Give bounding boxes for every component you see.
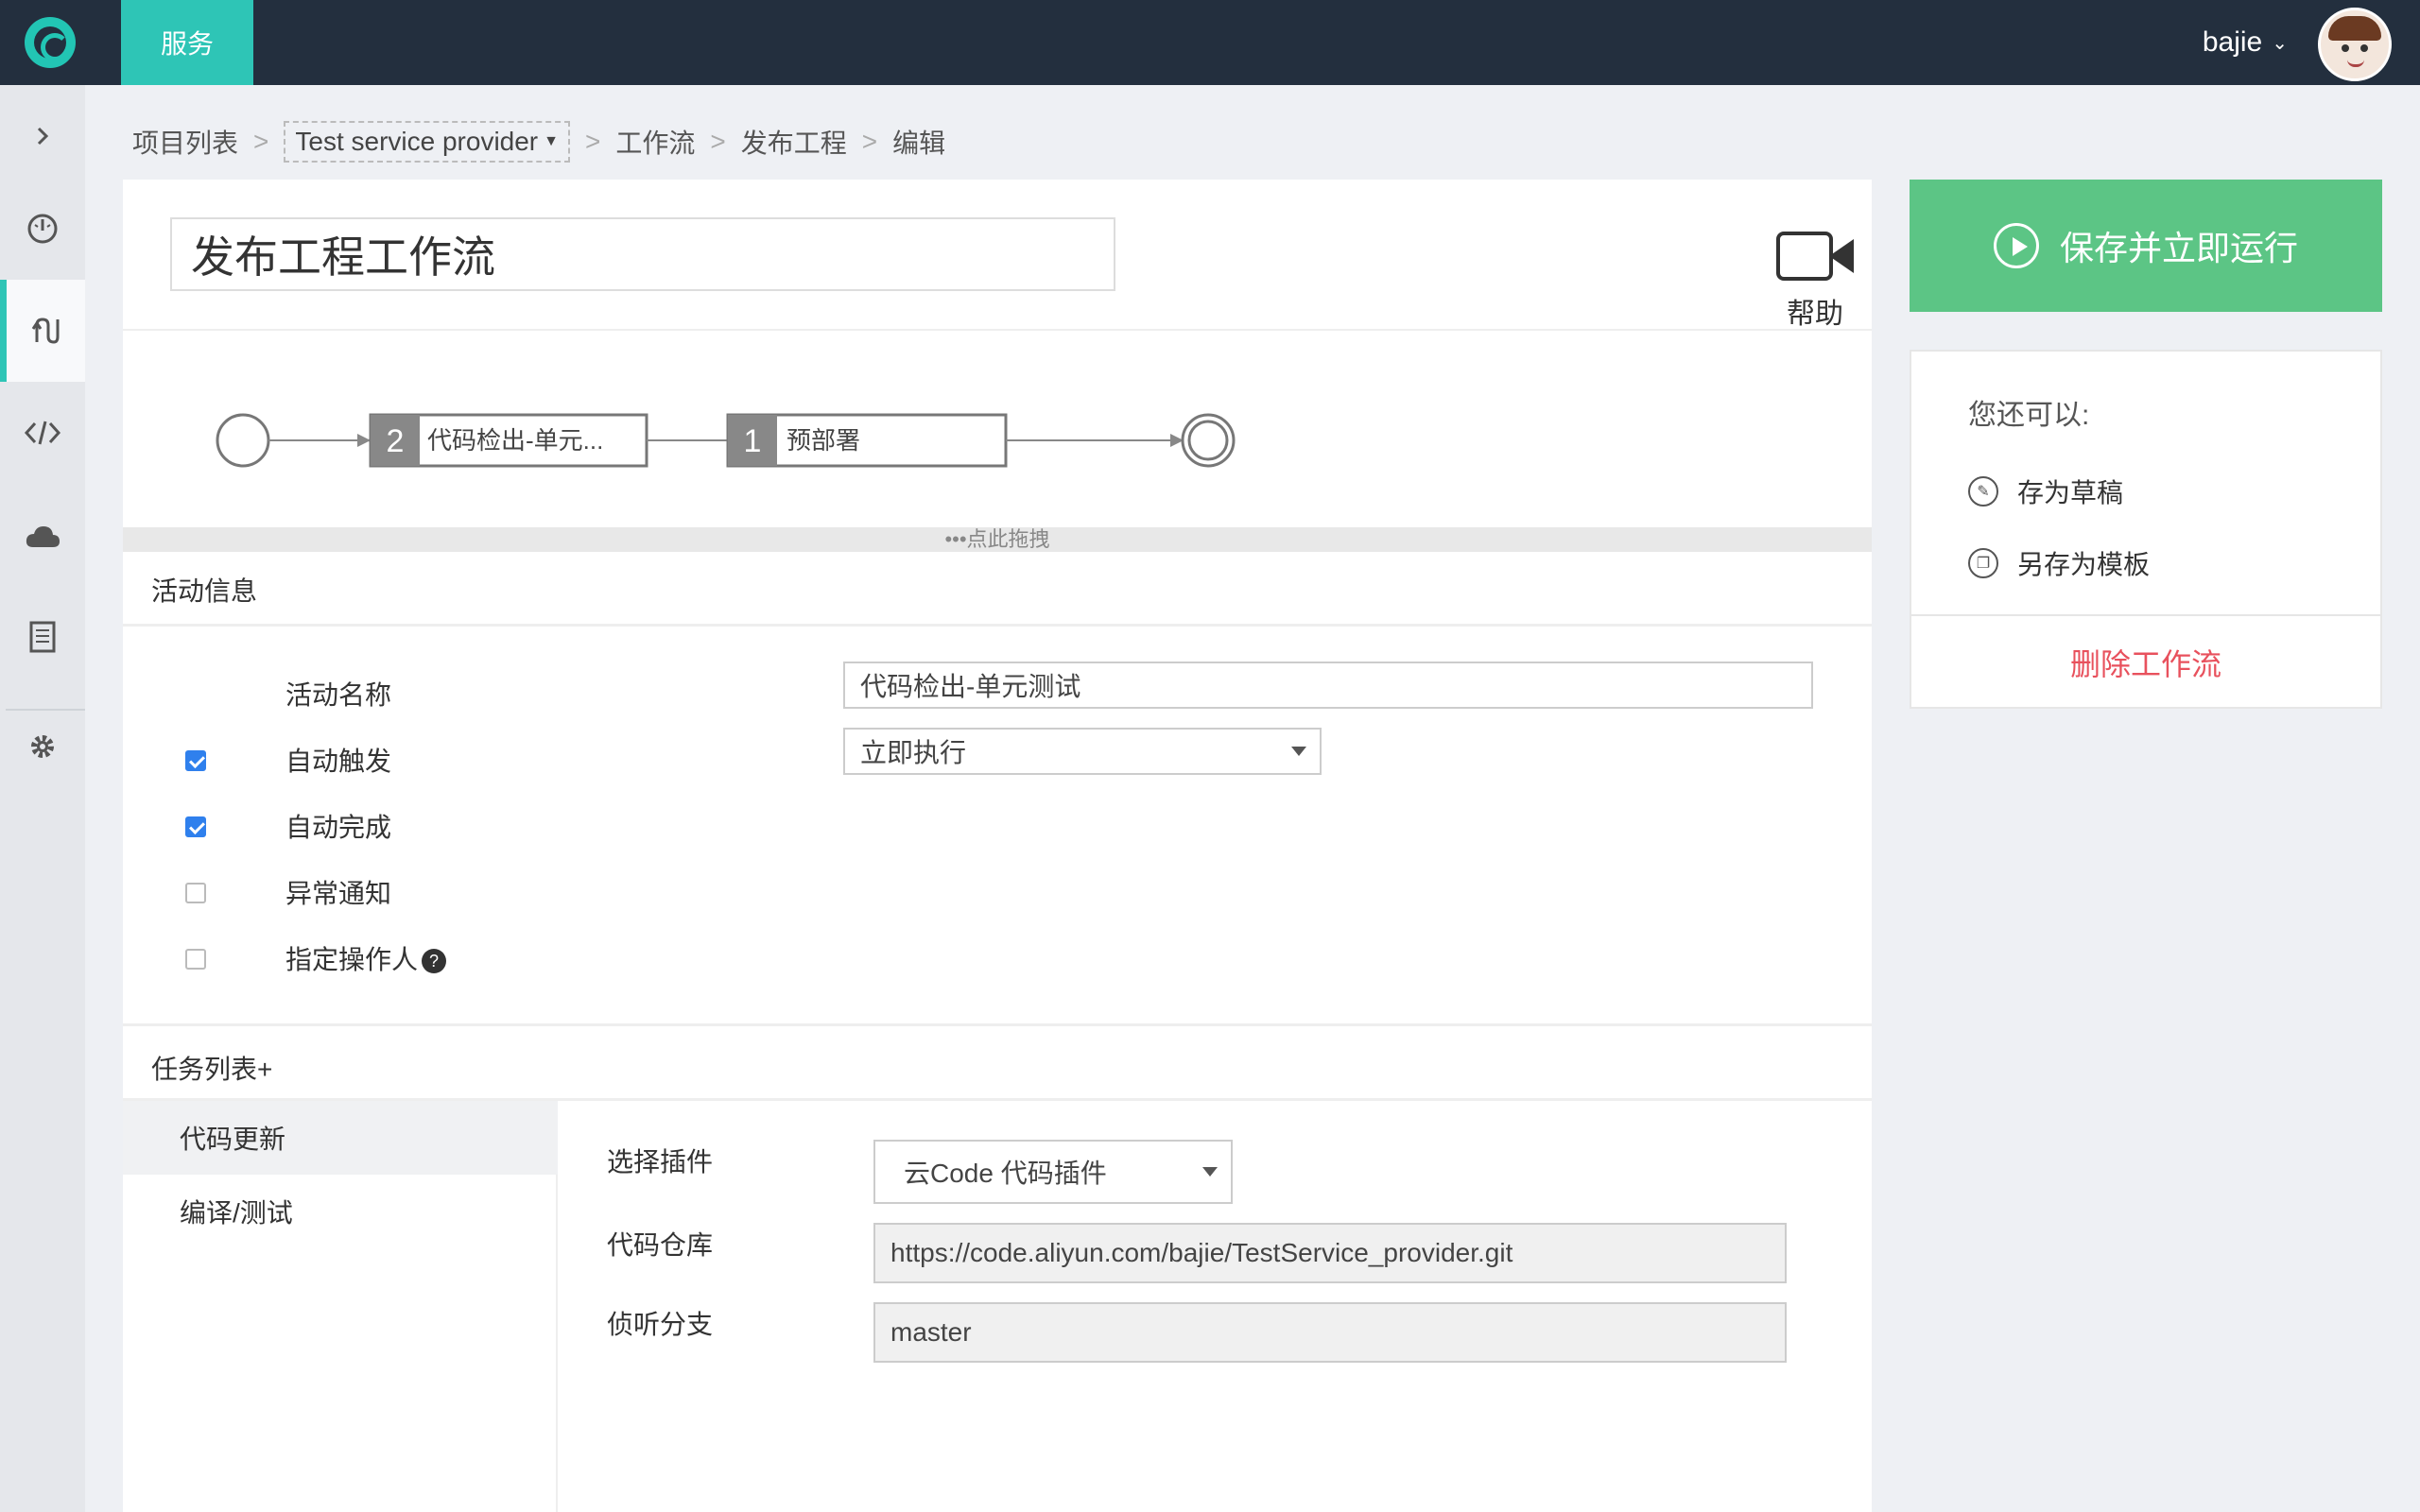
repo-label: 代码仓库 (607, 1230, 714, 1260)
flow-node-number: 2 (387, 423, 405, 459)
workflow-editor: 发布工程工作流 帮助 2 代码检出-单元... 1 预部署 •••点此拖拽 活动… (123, 180, 1872, 1512)
assign-operator-row: 指定操作人? (123, 926, 1872, 983)
plugin-select-value: 云Code 代码插件 (904, 1159, 1107, 1188)
branch-label: 侦听分支 (607, 1310, 714, 1339)
dashboard-icon (27, 214, 58, 244)
caret-down-icon (1202, 1167, 1218, 1177)
sidebar-item-docs[interactable] (0, 586, 85, 688)
sidebar-item-settings[interactable] (0, 696, 85, 798)
breadcrumb-separator: > (253, 127, 269, 156)
breadcrumb-workflow[interactable]: 工作流 (615, 123, 695, 161)
auto-complete-label: 自动完成 (285, 813, 392, 842)
code-icon (24, 421, 61, 445)
sidebar-item-workflow[interactable] (0, 280, 85, 382)
breadcrumb-release[interactable]: 发布工程 (741, 123, 847, 161)
help-icon[interactable]: ? (422, 949, 447, 973)
auto-trigger-row: 自动触发 立即执行 (123, 728, 1872, 784)
auto-trigger-label: 自动触发 (285, 747, 392, 776)
trigger-select[interactable]: 立即执行 (843, 728, 1322, 775)
save-template-button[interactable]: ❐ 另存为模板 (1968, 544, 2150, 582)
sidebar-item-code[interactable] (0, 382, 85, 484)
auto-trigger-checkbox[interactable] (185, 750, 206, 771)
assign-operator-label: 指定操作人? (285, 939, 447, 977)
start-node[interactable] (216, 413, 270, 468)
end-node[interactable] (1181, 413, 1236, 468)
workflow-diagram: 2 代码检出-单元... 1 预部署 (216, 413, 1236, 468)
activity-section-title: 活动信息 (151, 576, 258, 606)
workflow-title-input[interactable]: 发布工程工作流 (170, 217, 1115, 291)
divider (123, 624, 1872, 627)
pencil-icon: ✎ (1968, 476, 1998, 507)
drag-handle[interactable]: •••点此拖拽 (123, 527, 1872, 552)
trigger-select-value: 立即执行 (860, 738, 967, 767)
divider (123, 1023, 1872, 1026)
task-section-title[interactable]: 任务列表+ (151, 1049, 272, 1087)
chevron-down-icon: ⌄ (2272, 32, 2288, 54)
delete-workflow-button[interactable]: 删除工作流 (1911, 616, 2380, 709)
save-draft-label: 存为草稿 (2017, 478, 2124, 507)
save-and-run-label: 保存并立即运行 (2059, 229, 2298, 267)
breadcrumb-separator: > (861, 127, 878, 156)
sidebar-item-cloud[interactable] (0, 486, 85, 588)
branch-input[interactable]: master (873, 1302, 1787, 1363)
activity-name-input[interactable]: 代码检出-单元测试 (843, 662, 1813, 709)
exception-notify-row: 异常通知 (123, 860, 1872, 917)
auto-complete-checkbox[interactable] (185, 816, 206, 837)
more-actions-title: 您还可以: (1968, 400, 2090, 431)
video-camera-icon (1776, 232, 1854, 281)
username: bajie (2202, 26, 2263, 58)
breadcrumb-edit: 编辑 (892, 129, 946, 158)
save-draft-button[interactable]: ✎ 存为草稿 (1968, 472, 2123, 510)
plugin-label: 选择插件 (607, 1147, 714, 1177)
exception-notify-label: 异常通知 (285, 879, 392, 908)
assign-operator-checkbox[interactable] (185, 949, 206, 970)
breadcrumb-separator: > (584, 127, 601, 156)
sidebar-item-dashboard[interactable] (0, 178, 85, 280)
save-template-label: 另存为模板 (2017, 550, 2151, 579)
save-and-run-button[interactable]: 保存并立即运行 (1910, 180, 2382, 312)
task-list: 代码更新 编译/测试 (123, 1101, 558, 1512)
task-item-build-test[interactable]: 编译/测试 (123, 1175, 558, 1248)
auto-complete-row: 自动完成 (123, 794, 1872, 850)
flow-node-number: 1 (744, 423, 762, 459)
flow-node-2[interactable]: 2 代码检出-单元... (369, 413, 648, 468)
sidebar (0, 85, 85, 1512)
help-label: 帮助 (1787, 299, 1843, 330)
user-menu[interactable]: bajie ⌄ (2203, 0, 2288, 85)
flow-node-label: 预部署 (786, 426, 860, 455)
top-bar: 服务 bajie ⌄ (0, 0, 2420, 85)
more-actions-panel: 您还可以: ✎ 存为草稿 ❐ 另存为模板 删除工作流 (1910, 350, 2382, 709)
flow-node-label: 代码检出-单元... (427, 426, 603, 455)
breadcrumb-separator: > (710, 127, 726, 156)
chevron-right-icon (37, 127, 49, 146)
sidebar-expand-button[interactable] (0, 85, 85, 187)
project-select-value: Test service provider (295, 127, 539, 156)
assign-operator-text: 指定操作人 (285, 945, 419, 974)
play-icon (1993, 223, 2039, 268)
workflow-icon (31, 318, 59, 344)
plugin-select[interactable]: 云Code 代码插件 (873, 1140, 1233, 1204)
document-icon (29, 621, 56, 653)
caret-down-icon: ▼ (544, 133, 559, 149)
gear-icon (31, 735, 54, 758)
nav-tab-services[interactable]: 服务 (121, 0, 253, 85)
exception-notify-checkbox[interactable] (185, 883, 206, 903)
breadcrumb: 项目列表 > Test service provider ▼ > 工作流 > 发… (132, 121, 945, 163)
project-select[interactable]: Test service provider ▼ (284, 121, 570, 163)
app-logo-icon[interactable] (25, 17, 76, 68)
breadcrumb-projects[interactable]: 项目列表 (132, 123, 238, 161)
help-button[interactable]: 帮助 (1763, 232, 1867, 332)
activity-name-row: 活动名称 代码检出-单元测试 (123, 662, 1872, 718)
flow-node-1[interactable]: 1 预部署 (726, 413, 1008, 468)
activity-name-label: 活动名称 (285, 680, 392, 710)
arrow-head (357, 434, 371, 447)
task-item-code-update[interactable]: 代码更新 (123, 1101, 558, 1175)
repo-input[interactable]: https://code.aliyun.com/bajie/TestServic… (873, 1223, 1787, 1283)
avatar[interactable] (2318, 8, 2392, 81)
copy-icon: ❐ (1968, 548, 1998, 578)
cloud-icon (26, 526, 60, 547)
caret-down-icon (1291, 747, 1306, 756)
